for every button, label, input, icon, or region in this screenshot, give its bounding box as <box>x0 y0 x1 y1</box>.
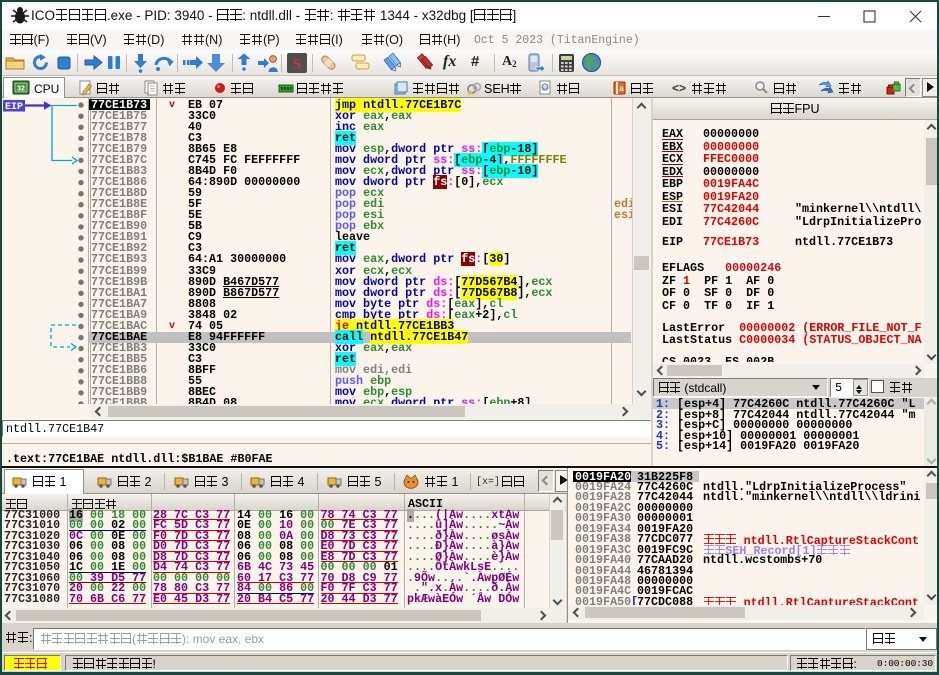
svg-text:<>: <> <box>542 86 548 92</box>
svg-text:S: S <box>293 57 301 73</box>
svg-text:EIP: EIP <box>5 102 23 113</box>
svg-text:a: a <box>619 84 624 93</box>
svg-text:32: 32 <box>17 86 25 93</box>
